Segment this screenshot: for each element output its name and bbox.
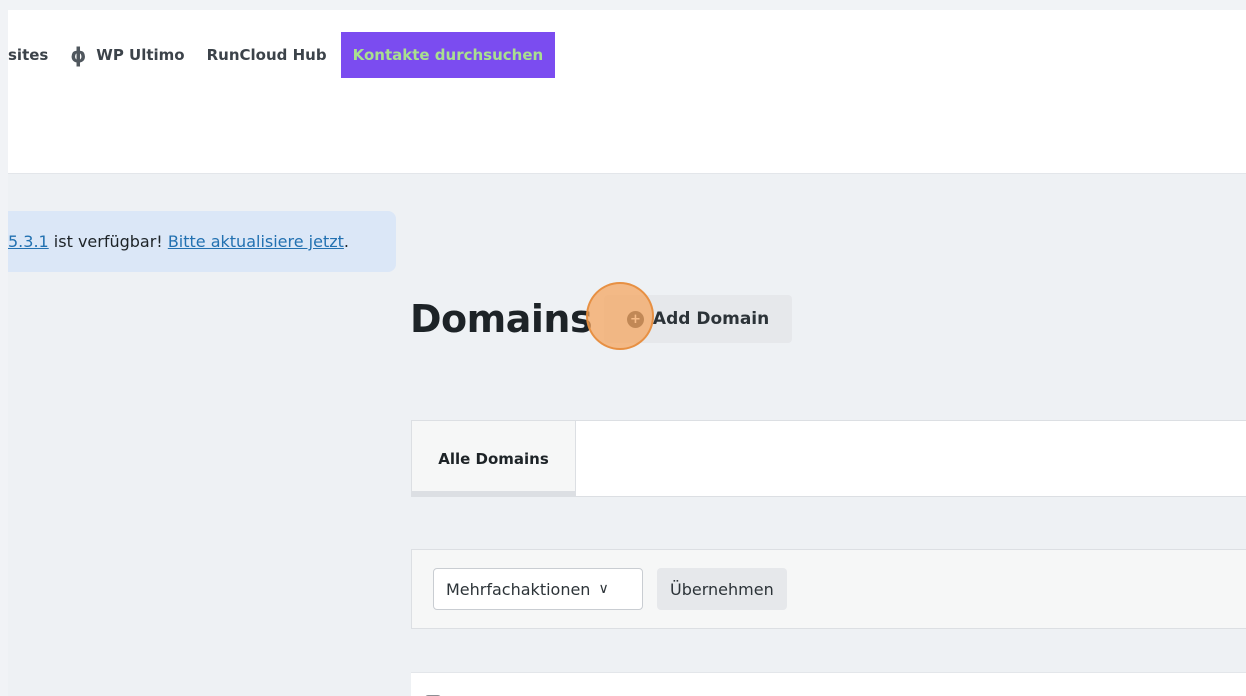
nav-item-wp-ultimo[interactable]: ϕ WP Ultimo bbox=[70, 43, 184, 67]
admin-top-bar: sites ϕ WP Ultimo RunCloud Hub Kontakte … bbox=[8, 10, 1246, 174]
chevron-down-icon: ∨ bbox=[598, 581, 609, 597]
add-domain-label: Add Domain bbox=[652, 309, 770, 329]
notice-text: ist verfügbar! bbox=[48, 232, 168, 251]
notice-end: . bbox=[343, 232, 349, 251]
nav-item-label: sites bbox=[8, 46, 49, 64]
apply-button[interactable]: Übernehmen bbox=[657, 568, 787, 610]
update-now-link[interactable]: Bitte aktualisiere jetzt bbox=[168, 232, 344, 251]
search-contacts-button[interactable]: Kontakte durchsuchen bbox=[340, 32, 556, 78]
tab-label: Alle Domains bbox=[438, 450, 549, 468]
top-nav: sites ϕ WP Ultimo RunCloud Hub Kontakte … bbox=[8, 32, 556, 78]
bulk-actions-value: Mehrfachaktionen bbox=[446, 579, 591, 599]
bulk-actions-select[interactable]: Mehrfachaktionen ∨ bbox=[433, 568, 643, 610]
nav-item-sites[interactable]: sites bbox=[8, 46, 48, 64]
update-notice: 5.3.1 ist verfügbar! Bitte aktualisiere … bbox=[8, 211, 396, 272]
page-title: Domains bbox=[410, 297, 593, 341]
tabs-panel: Alle Domains bbox=[411, 420, 1246, 497]
version-link[interactable]: 5.3.1 bbox=[8, 232, 49, 251]
tab-all-domains[interactable]: Alle Domains bbox=[412, 421, 576, 497]
domains-table bbox=[411, 672, 1246, 696]
admin-page: sites ϕ WP Ultimo RunCloud Hub Kontakte … bbox=[8, 10, 1246, 696]
wp-ultimo-icon: ϕ bbox=[70, 43, 87, 67]
nav-item-label: RunCloud Hub bbox=[206, 46, 327, 64]
nav-item-runcloud-hub[interactable]: RunCloud Hub bbox=[207, 46, 327, 64]
bulk-actions-bar: Mehrfachaktionen ∨ Übernehmen bbox=[411, 549, 1246, 629]
nav-item-label: WP Ultimo bbox=[96, 46, 185, 64]
click-indicator bbox=[586, 282, 654, 350]
